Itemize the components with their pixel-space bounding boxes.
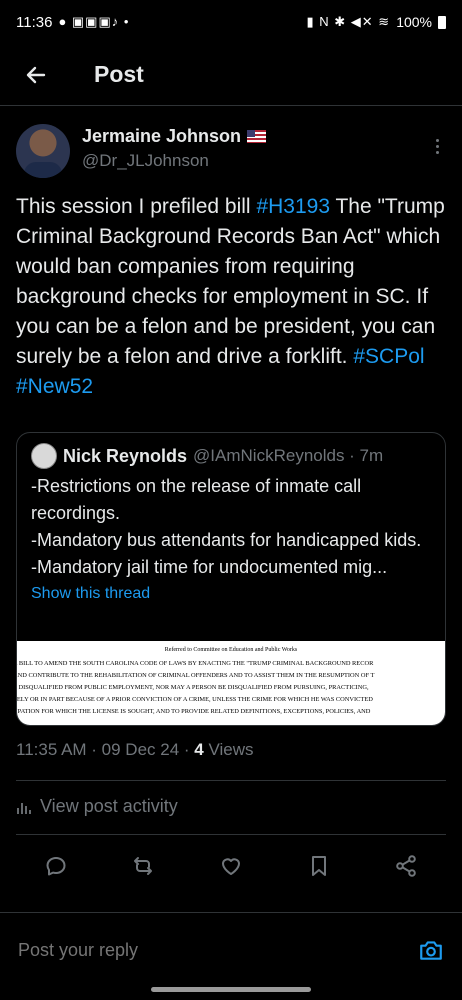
like-button[interactable] [215,850,247,882]
camera-button[interactable] [416,935,446,965]
author-handle[interactable]: @Dr_JLJohnson [82,151,266,171]
post-text: This session I prefiled bill #H3193 The … [0,192,462,402]
activity-label: View post activity [40,796,178,816]
back-button[interactable] [18,57,54,93]
heart-icon [221,858,240,875]
author-name: Jermaine Johnson [82,126,242,146]
comment-icon [46,857,66,876]
battery-icon [438,15,446,29]
divider [16,780,446,781]
page-title: Post [94,61,144,87]
quote-text: -Restrictions on the release of inmate c… [31,476,422,577]
bookmark-icon [311,856,326,876]
arrow-left-icon [26,66,46,83]
doc-title: Referred to Committee on Education and P… [164,647,298,653]
status-time: 11:36 [16,13,53,31]
doc-line: AND CONTRIBUTE TO THE REHABILITATION OF … [17,672,375,679]
bookmark-button[interactable] [303,850,335,882]
more-options-button[interactable] [436,136,440,157]
post-text-part1: This session I prefiled bill [16,195,257,218]
hashtag-link[interactable]: #SCPol [353,345,424,368]
repost-button[interactable] [127,850,159,882]
author-name-row[interactable]: Jermaine Johnson [82,126,267,147]
doc-line: E DISQUALIFIED FROM PUBLIC EMPLOYMENT, N… [17,684,369,691]
show-thread-link[interactable]: Show this thread [17,581,445,603]
share-icon [396,855,416,877]
post-text-part2: The "Trump Criminal Background Records B… [16,195,445,368]
quote-avatar [31,443,57,469]
divider [0,912,462,913]
quote-author-name: Nick Reynolds [63,445,188,466]
post: Jermaine Johnson @Dr_JLJohnson This sess… [0,106,462,402]
reply-button[interactable] [40,850,72,882]
hashtag-link[interactable]: #New52 [16,375,93,398]
views-label: Views [203,740,254,759]
us-flag-icon [247,130,267,143]
views-count: 4 [194,740,204,759]
post-author: Jermaine Johnson @Dr_JLJohnson [0,106,462,178]
notification-icons: ● ▣▣▣♪ • [58,14,130,29]
camera-icon [420,941,442,960]
doc-line: LELY OR IN PART BECAUSE OF A PRIOR CONVI… [17,696,373,703]
hashtag-link[interactable]: #H3193 [256,195,330,218]
post-meta: 11:35 AM · 09 Dec 24 · 4 Views [16,740,254,760]
quote-author-handle: @IAmNickReynolds · 7m [193,446,384,465]
home-indicator[interactable] [151,987,311,992]
top-bar: Post [0,44,462,106]
doc-line: A BILL TO AMEND THE SOUTH CAROLINA CODE … [17,660,374,667]
status-bar: 11:36 ● ▣▣▣♪ • ▮ N ✱ ◀✕ ≋ 100% [0,0,462,44]
reply-input[interactable] [16,938,416,962]
reply-bar [0,924,462,976]
system-icons: ▮ N ✱ ◀✕ ≋ [306,14,391,29]
doc-line: UPATION FOR WHICH THE LICENSE IS SOUGHT,… [17,708,371,715]
repost-icon [134,857,153,875]
view-post-activity[interactable]: View post activity [16,796,178,817]
quoted-post[interactable]: Nick Reynolds @IAmNickReynolds · 7m -Res… [16,432,446,726]
battery-level: 100% [396,14,432,30]
share-button[interactable] [390,850,422,882]
bar-chart-icon [17,802,31,814]
avatar[interactable] [16,124,70,178]
quote-attached-image[interactable]: Referred to Committee on Education and P… [17,641,445,725]
divider [16,834,446,835]
post-actions [0,846,462,886]
post-timestamp: 11:35 AM · 09 Dec 24 · [16,740,195,759]
